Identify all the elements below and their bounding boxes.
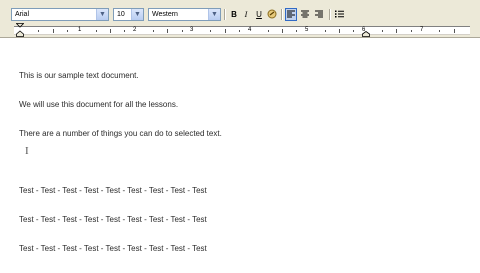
doc-line: Test - Test - Test - Test - Test - Test … (19, 243, 207, 253)
right-indent-marker-icon[interactable] (362, 31, 370, 37)
font-name-value: Arial (15, 11, 30, 18)
ruler-tick (152, 30, 154, 32)
i-beam-cursor-icon: I (25, 145, 29, 157)
bullets-button[interactable] (333, 8, 345, 21)
ruler-tick (238, 30, 240, 32)
script-select[interactable]: Western ▼ (148, 8, 221, 21)
bullet-list-icon (334, 10, 344, 18)
ruler-band: 1 2 3 4 5 6 7 (14, 26, 470, 35)
doc-line: We will use this document for all the le… (19, 99, 179, 109)
toolbar-separator (329, 9, 331, 20)
ruler-tick (296, 30, 298, 32)
font-size-select[interactable]: 10 ▼ (113, 8, 144, 21)
toolbar-separator (281, 9, 283, 20)
doc-line: This is our sample text document. (19, 71, 139, 81)
ruler-tick (396, 29, 398, 33)
ruler: 1 2 3 4 5 6 7 (0, 23, 480, 38)
ruler-tick (324, 30, 326, 32)
align-left-icon (287, 10, 295, 18)
highlight-icon (267, 9, 277, 19)
ruler-tick (210, 30, 212, 32)
ruler-number: 7 (420, 27, 424, 33)
italic-button[interactable]: I (240, 8, 252, 21)
ruler-tick (439, 30, 441, 32)
ruler-tick (339, 29, 341, 33)
align-left-button[interactable] (285, 8, 297, 21)
doc-line-blank (19, 158, 222, 168)
chevron-down-icon[interactable]: ▼ (131, 9, 143, 20)
ruler-tick (95, 30, 97, 32)
document-page[interactable]: This is our sample text document. We wil… (0, 38, 480, 270)
left-indent-marker-icon[interactable] (16, 23, 24, 37)
script-value: Western (152, 11, 178, 18)
ruler-tick (109, 29, 111, 33)
chevron-down-icon[interactable]: ▼ (208, 9, 220, 20)
ruler-tick (267, 30, 269, 32)
ruler-tick (181, 30, 183, 32)
bold-button[interactable]: B (228, 8, 240, 21)
align-right-button[interactable] (313, 8, 325, 21)
ruler-tick (66, 30, 68, 32)
toolbar-separator (224, 9, 226, 20)
ruler-number: 1 (78, 27, 82, 33)
ruler-tick (52, 29, 54, 33)
ruler-number: 2 (133, 27, 137, 33)
ruler-tick (382, 30, 384, 32)
ruler-number: 4 (248, 27, 252, 33)
align-right-icon (315, 10, 323, 18)
ruler-tick (167, 29, 169, 33)
align-center-icon (301, 10, 309, 18)
ruler-tick (353, 30, 355, 32)
ruler-number: 3 (190, 27, 194, 33)
font-size-value: 10 (117, 11, 125, 18)
doc-line: Test - Test - Test - Test - Test - Test … (19, 215, 207, 225)
chevron-down-icon[interactable]: ▼ (96, 9, 108, 20)
ruler-tick (410, 30, 412, 32)
formatting-toolbar: Arial ▼ 10 ▼ Western ▼ B I U (0, 6, 480, 23)
highlight-button[interactable] (266, 8, 278, 21)
doc-line: Test - Test - Test - Test - Test - Test … (19, 186, 207, 196)
font-name-select[interactable]: Arial ▼ (11, 8, 109, 21)
align-center-button[interactable] (299, 8, 311, 21)
ruler-tick (124, 30, 126, 32)
doc-line: There are a number of things you can do … (19, 128, 222, 138)
ruler-tick (453, 29, 455, 33)
underline-button[interactable]: U (253, 8, 265, 21)
ruler-tick (281, 29, 283, 33)
ruler-tick (224, 29, 226, 33)
ruler-number: 5 (305, 27, 309, 33)
ruler-tick (38, 30, 40, 32)
document-text[interactable]: This is our sample text document. We wil… (19, 52, 222, 273)
